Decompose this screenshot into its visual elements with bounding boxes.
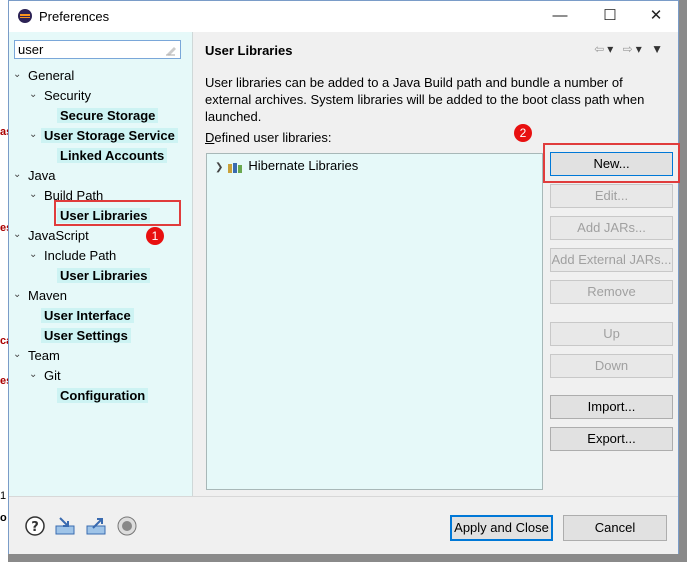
chevron-right-icon[interactable]: ❯	[215, 162, 223, 173]
user-libraries-list[interactable]: ❯ Hibernate Libraries	[206, 153, 543, 490]
tree-item-label: Linked Accounts	[57, 148, 168, 163]
chevron-down-icon[interactable]: ⌄	[29, 125, 41, 145]
highlight-box	[54, 200, 181, 226]
tree-item-label: User Storage Service	[41, 128, 178, 143]
tree-item[interactable]: Configuration	[45, 386, 149, 406]
maximize-button[interactable]: ☐	[590, 4, 630, 28]
tree-item-label: Secure Storage	[57, 108, 159, 123]
chevron-down-icon[interactable]: ⌄	[13, 65, 25, 85]
library-label: Hibernate Libraries	[248, 158, 359, 173]
tree-item[interactable]: ⌄ General	[13, 66, 77, 86]
close-button[interactable]: ✕	[636, 4, 676, 28]
minimize-button[interactable]: —	[540, 4, 580, 28]
remove-button[interactable]: Remove	[550, 280, 673, 304]
background-text: ca	[0, 335, 13, 347]
tree-item[interactable]: ⌄ Git	[29, 366, 64, 386]
background-text: o	[0, 512, 7, 524]
highlight-box	[543, 143, 680, 183]
tree-item[interactable]: ⌄ User Storage Service	[29, 126, 178, 146]
chevron-down-icon[interactable]: ⌄	[13, 345, 25, 365]
chevron-down-icon[interactable]: ⌄	[29, 365, 41, 385]
preferences-dialog: Preferences — ☐ ✕ ⌄General⌄SecuritySecur…	[8, 0, 680, 554]
chevron-down-icon[interactable]: ⌄	[13, 285, 25, 305]
chevron-down-icon[interactable]: ⌄	[29, 85, 41, 105]
tree-item-label: JavaScript	[28, 228, 89, 243]
background-text: 1	[0, 490, 7, 502]
apply-and-close-button[interactable]: Apply and Close	[450, 515, 553, 541]
tree-item[interactable]: ⌄ Team	[13, 346, 63, 366]
list-item[interactable]: ❯ Hibernate Libraries	[215, 157, 358, 175]
record-icon[interactable]	[116, 515, 138, 537]
tree-item[interactable]: ⌄ Security	[29, 86, 94, 106]
tree-item-label: Git	[44, 368, 61, 383]
help-icon[interactable]: ?	[24, 515, 46, 537]
tree-item[interactable]: User Interface	[29, 306, 134, 326]
add-jars-button[interactable]: Add JARs...	[550, 216, 673, 240]
tree-item-label: General	[28, 68, 75, 83]
page-nav: ⇦▾ ⇨▾ ▼	[594, 42, 666, 56]
defined-libraries-label: Defined user libraries:	[205, 130, 332, 145]
chevron-down-icon[interactable]: ⌄	[29, 245, 41, 265]
clear-filter-icon[interactable]	[165, 44, 177, 56]
background-text: es	[0, 222, 13, 234]
tree-item-label: Configuration	[57, 388, 149, 403]
tree-item[interactable]: ⌄ JavaScript	[13, 226, 92, 246]
import-button[interactable]: Import...	[550, 395, 673, 419]
page-title: User Libraries	[205, 43, 293, 58]
chevron-down-icon[interactable]: ⌄	[13, 225, 25, 245]
tree-item[interactable]: Secure Storage	[45, 106, 159, 126]
chevron-down-icon[interactable]: ▾	[607, 42, 616, 56]
page-description: User libraries can be added to a Java Bu…	[205, 75, 645, 124]
tree-item[interactable]: User Settings	[29, 326, 131, 346]
forward-icon[interactable]: ⇨	[623, 42, 636, 56]
back-icon[interactable]: ⇦	[594, 42, 607, 56]
title-bar: Preferences — ☐ ✕	[9, 1, 678, 32]
preference-tree-pane: ⌄General⌄SecuritySecure Storage⌄User Sto…	[9, 32, 193, 496]
tree-item[interactable]: ⌄ Include Path	[29, 246, 119, 266]
cancel-button[interactable]: Cancel	[563, 515, 667, 541]
up-button[interactable]: Up	[550, 322, 673, 346]
annotation-badge-2: 2	[514, 124, 532, 142]
add-external-jars-button[interactable]: Add External JARs...	[550, 248, 673, 272]
export-icon[interactable]	[85, 515, 107, 537]
tree-item-label: Maven	[28, 288, 68, 303]
background-text: as	[0, 126, 13, 138]
annotation-badge-1: 1	[146, 227, 164, 245]
tree-item-label: User Settings	[41, 328, 131, 343]
tree-item-label: Java	[28, 168, 56, 183]
tree-item-label: Security	[44, 88, 91, 103]
tree-item[interactable]: ⌄ Java	[13, 166, 58, 186]
window-title: Preferences	[39, 9, 110, 24]
import-icon[interactable]	[54, 515, 76, 537]
library-icon	[227, 161, 243, 173]
dialog-footer: ? Apply and Close Cancel	[9, 496, 678, 554]
tree-item-label: User Interface	[41, 308, 134, 323]
filter-input[interactable]	[14, 40, 181, 59]
export-button[interactable]: Export...	[550, 427, 673, 451]
background-window-strip	[0, 0, 8, 562]
tree-item[interactable]: User Libraries	[45, 266, 151, 286]
tree-item[interactable]: Linked Accounts	[45, 146, 168, 166]
background-text: es	[0, 375, 13, 387]
tree-item[interactable]: ⌄ Maven	[13, 286, 70, 306]
user-libraries-page: User Libraries ⇦▾ ⇨▾ ▼ User libraries ca…	[193, 32, 680, 496]
chevron-down-icon[interactable]: ▾	[636, 42, 645, 56]
tree-item-label: Team	[28, 348, 60, 363]
chevron-down-icon[interactable]: ⌄	[29, 185, 41, 205]
eclipse-icon	[18, 9, 32, 23]
view-menu-icon[interactable]: ▼	[651, 42, 666, 56]
edit-button[interactable]: Edit...	[550, 184, 673, 208]
chevron-down-icon[interactable]: ⌄	[13, 165, 25, 185]
tree-item-label: User Libraries	[57, 268, 151, 283]
tree-item-label: Include Path	[44, 248, 117, 263]
svg-text:?: ?	[31, 520, 39, 535]
down-button[interactable]: Down	[550, 354, 673, 378]
